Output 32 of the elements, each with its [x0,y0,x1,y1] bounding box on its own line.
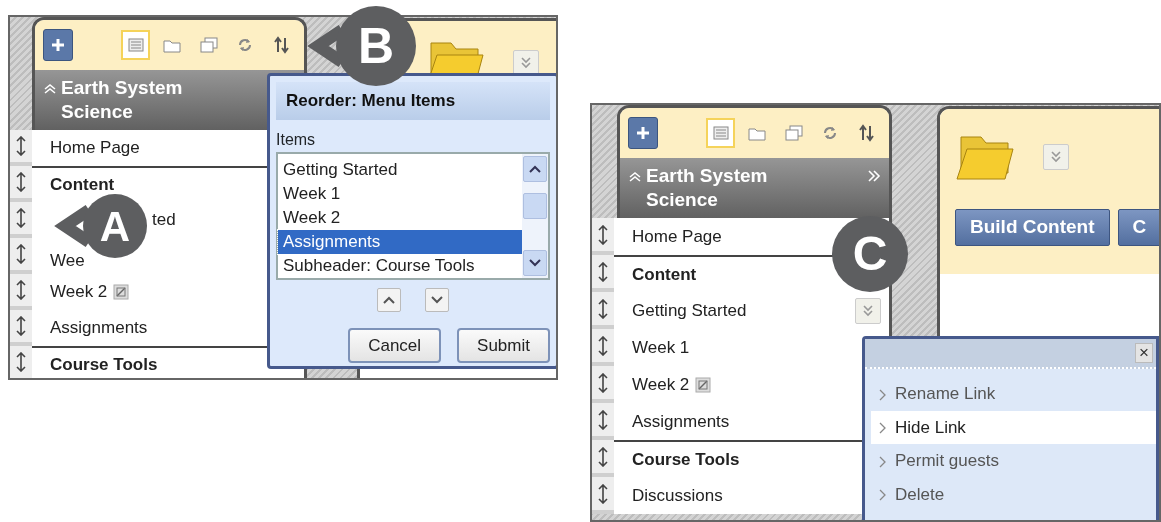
dialog-button[interactable]: Submit [457,327,550,363]
list-option[interactable]: Getting Started [278,157,522,182]
menu-link[interactable]: Week 1 [632,334,690,361]
menu-section-header: Course Tools [50,354,158,377]
menu-section-header: Content [50,174,115,197]
menu-item-label: Hide Link [895,417,966,437]
menu-item[interactable]: Delete [871,477,1156,511]
menu-item-label: Delete [895,484,945,504]
menu-link[interactable]: Wee [50,247,85,273]
toolbar-button[interactable]: Build Content [955,209,1110,246]
menu-item-label: Permit guests [895,451,999,470]
dialog-button[interactable]: Cancel [348,327,442,363]
list-option[interactable]: Subheader: Course Tools [278,253,522,278]
menu-link[interactable]: Week 2 [50,279,108,305]
list-option[interactable]: Week 1 [278,181,522,206]
menu-item-label: Rename Link [895,384,996,403]
field-label: Items [276,129,317,150]
menu-section-header: Content [632,263,697,286]
toolbar-button[interactable]: C [1117,209,1159,246]
menu-item[interactable]: Hide Link [871,410,1156,444]
menu-link[interactable]: Week 2 [632,371,690,398]
menu-section-header: Course Tools [632,448,740,471]
course-title: Earth System Science [646,164,769,212]
menu-item[interactable]: Permit guests [871,444,1156,478]
course-title: Earth System Science [61,76,184,124]
item-list[interactable]: Getting Started Week 1 Week 2 Assignments Subheader: Course Tools [276,151,550,280]
list-option[interactable]: Assignments [278,229,522,254]
menu-link[interactable]: ted [152,207,176,233]
dialog-title: Reorder: Menu Items [276,82,550,120]
close-button[interactable]: × [1135,343,1153,363]
menu-item[interactable]: Rename Link [871,377,1156,411]
list-option[interactable]: Week 2 [278,205,522,230]
